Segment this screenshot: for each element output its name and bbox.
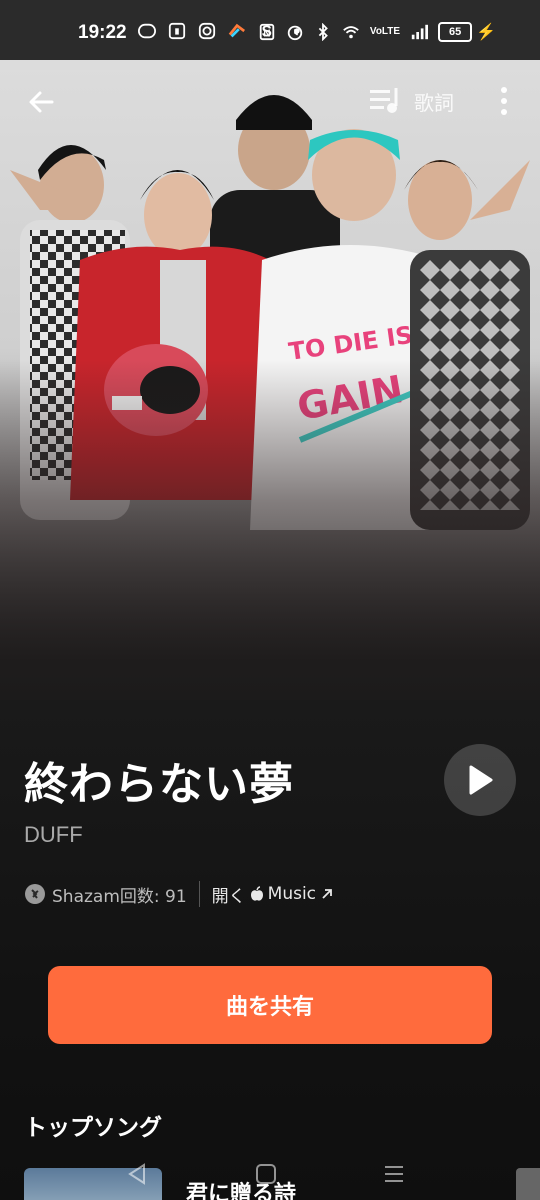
colorful-app-icon [228, 23, 246, 38]
lyrics-label: 歌詞 [414, 90, 454, 115]
nav-home-icon[interactable] [252, 1160, 280, 1188]
play-icon [469, 765, 493, 795]
apple-logo-icon [250, 886, 263, 901]
song-title: 終わらない夢 [24, 759, 294, 810]
meta-divider [198, 881, 200, 907]
shazam-count: Shazam回数: 91 [52, 886, 187, 907]
play-button[interactable] [444, 744, 516, 816]
artist-hero-image: TO DIE IS GAIN [0, 60, 540, 700]
alarm-icon [287, 25, 303, 41]
shazam-icon [25, 884, 45, 904]
signal-icon [411, 24, 429, 40]
top-app-bar: 歌詞 [0, 70, 540, 130]
status-bar: 19:22 S N VoLTE 65 ⚡ [0, 0, 540, 60]
nav-back-icon[interactable] [124, 1160, 152, 1188]
top-songs-heading: トップソング [24, 1115, 162, 1141]
open-apple-music-link[interactable]: 開く Music [212, 882, 334, 907]
lyrics-icon [370, 88, 398, 113]
artist-name[interactable]: DUFF [24, 822, 83, 848]
share-song-button[interactable]: 曲を共有 [48, 966, 492, 1044]
system-icons: N VoLTE 65 ⚡ [258, 22, 496, 42]
system-navigation-bar [0, 1150, 540, 1200]
charging-icon: ⚡ [476, 24, 496, 41]
nfc-icon: N [259, 23, 275, 41]
wifi-icon [343, 26, 359, 39]
instagram-icon [198, 22, 216, 40]
bluetooth-icon [318, 23, 328, 41]
hero-gradient-overlay [0, 360, 540, 700]
song-meta-row: Shazam回数: 91 開く Music [24, 880, 334, 908]
line-app-icon [138, 23, 156, 39]
svg-text:N: N [263, 29, 270, 40]
lyrics-button[interactable]: 歌詞 [370, 84, 454, 118]
volte-indicator: VoLTE [369, 26, 401, 37]
lock-notification-icon [168, 22, 186, 40]
open-label: 開く [211, 886, 246, 907]
battery-indicator: 65 [438, 22, 473, 42]
more-vertical-icon[interactable] [492, 84, 516, 118]
arrow-left-icon[interactable] [22, 82, 62, 122]
song-screen: TO DIE IS GAIN [0, 0, 540, 1200]
music-service-label: Music [267, 884, 317, 904]
nav-recents-icon[interactable] [380, 1160, 408, 1188]
status-time: 19:22 [78, 22, 127, 43]
external-link-icon [322, 889, 332, 899]
